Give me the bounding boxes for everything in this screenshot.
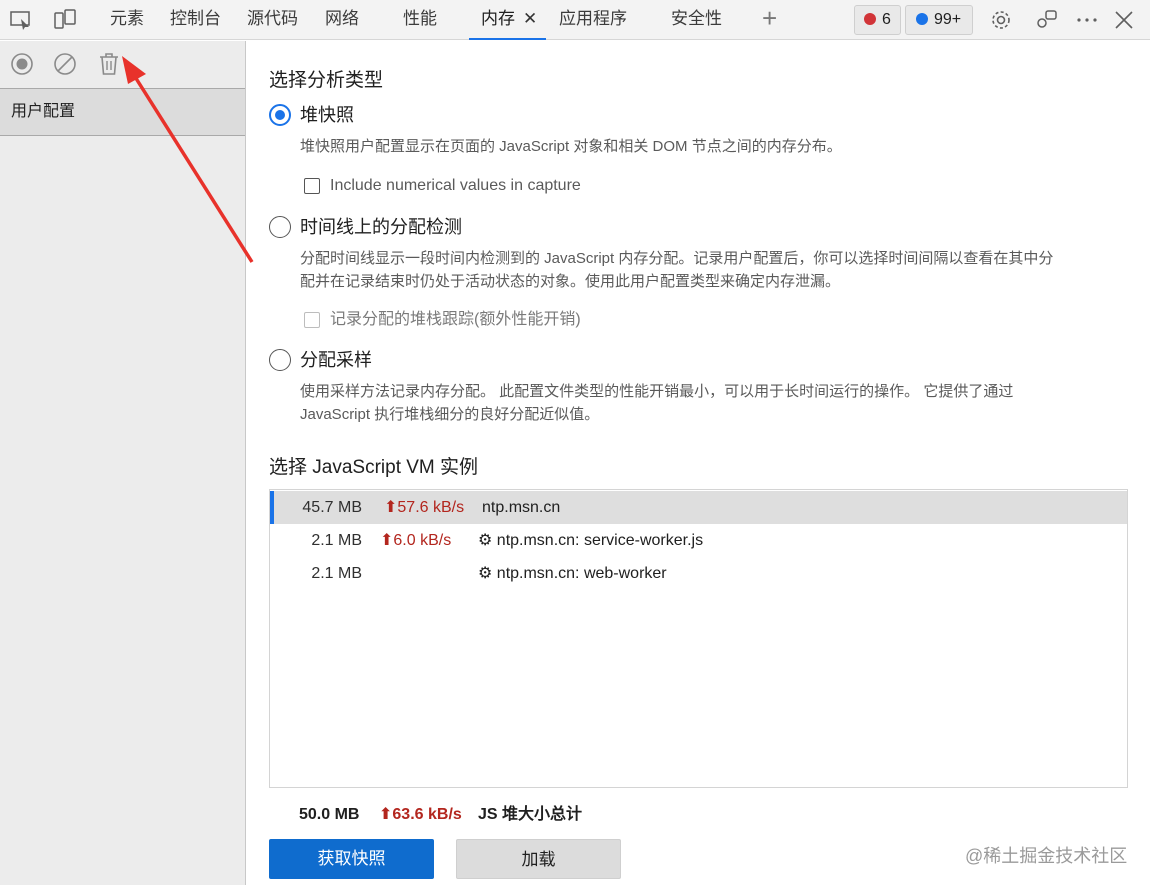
heap-snapshot-description: 堆快照用户配置显示在页面的 JavaScript 对象和相关 DOM 节点之间的… (300, 138, 842, 155)
total-label: JS 堆大小总计 (478, 806, 583, 823)
vm-heap-size: 45.7 MB (302, 499, 362, 516)
radio-label: 分配采样 (300, 350, 372, 370)
checkbox-label: 记录分配的堆栈跟踪(额外性能开销) (330, 311, 581, 328)
radio-button[interactable] (269, 216, 291, 238)
total-allocation-rate: ⬆63.6 kB/s (379, 806, 462, 823)
radio-button[interactable] (269, 349, 291, 371)
inspect-icon[interactable] (9, 9, 33, 31)
radio-heap-snapshot[interactable]: 堆快照 (269, 104, 569, 128)
vm-instance-row[interactable]: 45.7 MB ⬆57.6 kB/s ntp.msn.cn (270, 491, 1127, 524)
vm-heap-size: 2.1 MB (311, 532, 362, 549)
tab-performance[interactable]: 性能 (403, 0, 437, 40)
message-icon (916, 13, 928, 25)
radio-button[interactable] (269, 104, 291, 126)
tab-memory[interactable]: 内存 ✕ (469, 0, 546, 40)
sidebar-item-label: 用户配置 (11, 103, 76, 120)
delete-icon[interactable] (97, 52, 121, 76)
error-icon (864, 13, 876, 25)
close-tab-icon[interactable]: ✕ (523, 9, 537, 28)
tab-label: 安全性 (671, 9, 722, 28)
total-heap-size: 50.0 MB (299, 806, 360, 823)
vm-allocation-rate: ⬆57.6 kB/s (384, 499, 465, 516)
vm-instance-name: ntp.msn.cn (482, 499, 561, 516)
sidebar-item-profiles[interactable]: 用户配置 (0, 88, 245, 136)
errors-count: 6 (882, 11, 891, 28)
vm-heap-size: 2.1 MB (311, 565, 362, 582)
add-tab-glyph: + (762, 3, 778, 33)
allocation-timeline-description: 分配时间线显示一段时间内检测到的 JavaScript 内存分配。记录用户配置后… (300, 247, 1130, 293)
clear-icon[interactable] (53, 52, 77, 76)
checkbox[interactable] (304, 178, 320, 194)
tab-label: 应用程序 (559, 9, 627, 28)
take-snapshot-button[interactable]: 获取快照 (269, 839, 434, 879)
description-line: JavaScript 执行堆栈细分的良好分配近似值。 (300, 406, 600, 423)
add-tab-icon[interactable]: + (762, 0, 777, 40)
tab-network[interactable]: 网络 (325, 0, 359, 40)
tab-application[interactable]: 应用程序 (559, 0, 627, 40)
sidebar-toolbar (0, 41, 245, 87)
radio-label: 堆快照 (300, 105, 354, 125)
radio-label: 时间线上的分配检测 (300, 217, 462, 237)
vm-allocation-rate: ⬆6.0 kB/s (380, 532, 452, 549)
section-title-profile-type: 选择分析类型 (269, 70, 384, 91)
tab-sources[interactable]: 源代码 (247, 0, 298, 40)
messages-badge[interactable]: 99+ (905, 5, 973, 35)
checkbox (304, 312, 320, 328)
checkbox-record-stack-traces: 记录分配的堆栈跟踪(额外性能开销) (304, 311, 664, 331)
tab-console[interactable]: 控制台 (170, 0, 221, 40)
tab-elements[interactable]: 元素 (110, 0, 144, 40)
profiles-sidebar: 用户配置 (0, 41, 246, 885)
vm-instance-name: ⚙ ntp.msn.cn: service-worker.js (478, 532, 704, 549)
settings-gear-icon[interactable] (989, 9, 1013, 31)
feedback-icon[interactable] (1034, 9, 1058, 31)
description-line: 使用采样方法记录内存分配。 此配置文件类型的性能开销最小，可以用于长时间运行的操… (300, 383, 1014, 400)
vm-instance-row[interactable]: 2.1 MB ⬆6.0 kB/s ⚙ ntp.msn.cn: service-w… (270, 524, 1127, 557)
allocation-sampling-description: 使用采样方法记录内存分配。 此配置文件类型的性能开销最小，可以用于长时间运行的操… (300, 380, 1130, 426)
section-title-vm-instance: 选择 JavaScript VM 实例 (269, 457, 479, 478)
close-devtools-icon[interactable] (1112, 9, 1136, 31)
tab-security[interactable]: 安全性 (671, 0, 722, 40)
tab-label: 元素 (110, 9, 144, 28)
load-button[interactable]: 加载 (456, 839, 621, 879)
devtools-tabbar: 元素 控制台 源代码 网络 性能 内存 ✕ 应用程序 安全性 + 6 99+ (0, 0, 1150, 40)
tab-label: 控制台 (170, 9, 221, 28)
messages-count: 99+ (934, 11, 962, 28)
vm-instance-list: 45.7 MB ⬆57.6 kB/s ntp.msn.cn 2.1 MB ⬆6.… (269, 489, 1128, 788)
errors-badge[interactable]: 6 (854, 5, 901, 35)
vm-instance-row[interactable]: 2.1 MB ⚙ ntp.msn.cn: web-worker (270, 557, 1127, 590)
checkbox-include-numerical-values[interactable]: Include numerical values in capture (304, 177, 664, 197)
more-options-icon[interactable] (1075, 9, 1099, 31)
tab-label: 性能 (403, 9, 437, 28)
description-line: 分配时间线显示一段时间内检测到的 JavaScript 内存分配。记录用户配置后… (300, 250, 1054, 267)
memory-panel: 选择分析类型 堆快照 堆快照用户配置显示在页面的 JavaScript 对象和相… (247, 41, 1150, 885)
record-icon[interactable] (10, 52, 34, 76)
vm-instance-name: ⚙ ntp.msn.cn: web-worker (478, 565, 667, 582)
checkbox-label: Include numerical values in capture (330, 177, 581, 194)
radio-allocation-sampling[interactable]: 分配采样 (269, 349, 569, 373)
tab-label: 内存 (481, 9, 515, 28)
tab-label: 源代码 (247, 9, 298, 28)
description-line: 配并在记录结束时仍处于活动状态的对象。使用此用户配置类型来确定内存泄漏。 (300, 273, 841, 290)
radio-allocation-timeline[interactable]: 时间线上的分配检测 (269, 216, 569, 240)
watermark-text: @稀土掘金技术社区 (965, 846, 1128, 866)
device-emulation-icon[interactable] (53, 9, 77, 31)
tab-label: 网络 (325, 9, 359, 28)
